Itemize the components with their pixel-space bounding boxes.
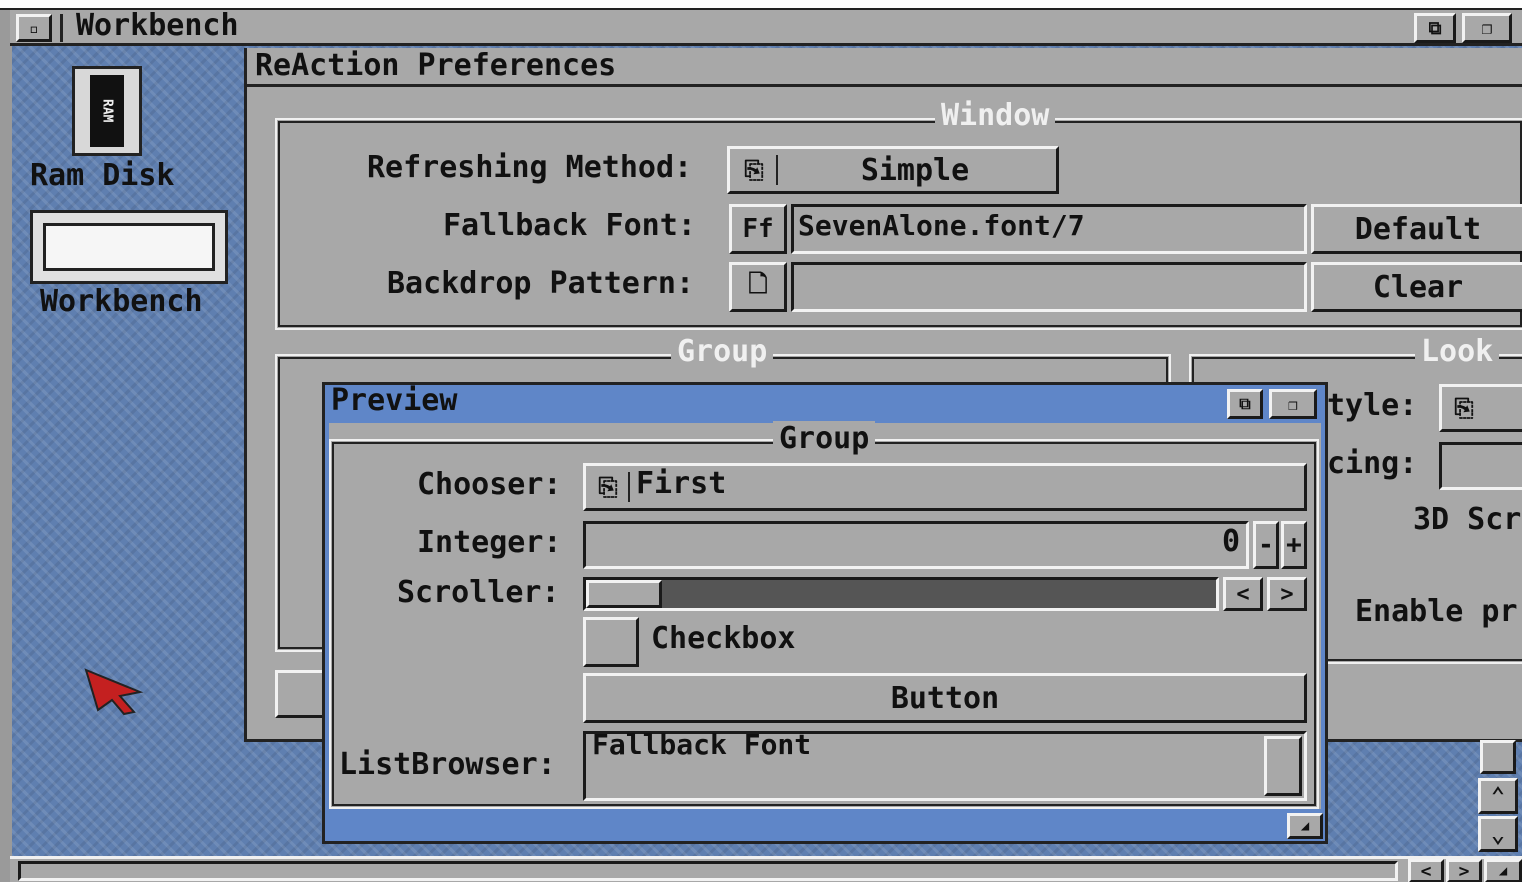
- look-spacing-field[interactable]: [1439, 442, 1522, 490]
- chooser-label: Chooser:: [417, 467, 562, 502]
- refresh-method-chooser[interactable]: ⎘ Simple: [727, 146, 1059, 194]
- scroller-knob[interactable]: [586, 580, 662, 608]
- scroll-up-arrow-icon[interactable]: ⌃: [1478, 778, 1518, 814]
- workbench-window-titlebar[interactable]: ▫ Workbench ⧉ ❐: [10, 8, 1522, 46]
- integer-label: Integer:: [417, 525, 562, 560]
- ram-disk-label[interactable]: Ram Disk: [30, 158, 175, 193]
- checkbox[interactable]: [583, 617, 639, 667]
- style-chooser-icon: ⎘: [1454, 394, 1474, 422]
- refresh-method-value: Simple: [860, 152, 970, 188]
- backdrop-pattern-label: Backdrop Pattern:: [387, 266, 695, 301]
- group-frame-title: Group: [671, 334, 774, 369]
- preview-button[interactable]: Button: [583, 673, 1307, 723]
- backdrop-pattern-field[interactable]: [791, 262, 1307, 312]
- titlebar-divider: [60, 14, 63, 42]
- fallback-font-value: SevenAlone.font/7: [798, 209, 1085, 242]
- checkbox-label: Checkbox: [651, 621, 796, 656]
- chooser-popup-icon: ⎘: [744, 156, 764, 184]
- depth-gadget-icon[interactable]: ❐: [1462, 13, 1512, 43]
- floppy-slot-icon: [43, 223, 215, 271]
- scroller-label: Scroller:: [397, 575, 560, 610]
- file-requester-icon[interactable]: 🗋: [729, 262, 787, 312]
- integer-minus-button[interactable]: -: [1253, 521, 1279, 569]
- default-button[interactable]: Default: [1311, 204, 1522, 254]
- chooser-popup-icon: ⎘: [598, 473, 618, 501]
- prefs-window-title[interactable]: ReAction Preferences: [255, 48, 616, 83]
- zoom-gadget-icon[interactable]: ⧉: [1414, 13, 1456, 43]
- list-item[interactable]: Fallback Font: [592, 728, 811, 761]
- fallback-font-label: Fallback Font:: [443, 208, 696, 243]
- scroller-left-arrow-icon[interactable]: <: [1223, 577, 1263, 611]
- clear-button[interactable]: Clear: [1311, 262, 1522, 312]
- mouse-pointer-icon: [84, 668, 144, 716]
- ram-disk-icon[interactable]: RAM: [72, 66, 142, 156]
- preview-window-title[interactable]: Preview: [331, 383, 457, 418]
- workbench-disk-icon[interactable]: [30, 210, 228, 284]
- scroller-right-arrow-icon[interactable]: >: [1267, 577, 1307, 611]
- integer-field[interactable]: 0: [583, 521, 1249, 569]
- look-3d-scr-label: 3D Scr: [1413, 502, 1522, 537]
- workbench-bottom-bar: < > ◢: [10, 856, 1522, 882]
- window-title: Workbench: [76, 8, 239, 43]
- close-gadget-icon[interactable]: ▫: [16, 14, 52, 42]
- prefs-title-underline: [247, 84, 1522, 87]
- scroller-track[interactable]: [583, 577, 1219, 611]
- chooser-divider: [628, 472, 630, 502]
- look-spacing-label: cing:: [1327, 446, 1418, 481]
- workbench-disk-label[interactable]: Workbench: [40, 284, 203, 319]
- preview-group-title: Group: [773, 421, 876, 456]
- chooser-value: First: [636, 466, 727, 501]
- look-enable-label: Enable pr: [1355, 594, 1518, 629]
- ram-chip-icon: RAM: [90, 75, 124, 147]
- chooser-gadget[interactable]: ⎘ First: [583, 463, 1307, 511]
- listbrowser-scroll-knob[interactable]: [1264, 736, 1302, 796]
- font-requester-button[interactable]: Ff: [729, 204, 787, 254]
- size-gadget-icon[interactable]: ◢: [1484, 859, 1522, 882]
- look-style-label: tyle:: [1327, 388, 1418, 423]
- preview-size-gadget-icon[interactable]: ◢: [1287, 813, 1323, 839]
- chooser-divider: [776, 155, 778, 185]
- horizontal-scrollbar[interactable]: [18, 861, 1398, 881]
- listbrowser[interactable]: Fallback Font: [583, 728, 1307, 801]
- preview-window: Preview ⧉ ❐ Group Chooser: ⎘ First Integ…: [322, 382, 1328, 844]
- preview-depth-gadget-icon[interactable]: ❐: [1269, 389, 1317, 419]
- integer-value: 0: [1221, 524, 1240, 559]
- refresh-method-label: Refreshing Method:: [367, 150, 693, 185]
- scroll-left-arrow-icon[interactable]: <: [1408, 859, 1444, 882]
- scroll-down-arrow-icon[interactable]: ⌄: [1478, 816, 1518, 852]
- integer-plus-button[interactable]: +: [1281, 521, 1307, 569]
- look-frame-title: Look: [1415, 334, 1500, 369]
- look-style-chooser[interactable]: ⎘: [1439, 384, 1522, 432]
- preview-zoom-gadget-icon[interactable]: ⧉: [1227, 389, 1263, 419]
- scroll-right-arrow-icon[interactable]: >: [1446, 859, 1482, 882]
- fallback-font-field[interactable]: SevenAlone.font/7: [791, 204, 1307, 254]
- listbrowser-label: ListBrowser:: [339, 747, 556, 782]
- window-group-title: Window: [935, 98, 1056, 133]
- vertical-scrollbar-knob[interactable]: [1480, 740, 1516, 774]
- preview-content: Group Chooser: ⎘ First Integer: 0 - + Sc…: [329, 421, 1321, 809]
